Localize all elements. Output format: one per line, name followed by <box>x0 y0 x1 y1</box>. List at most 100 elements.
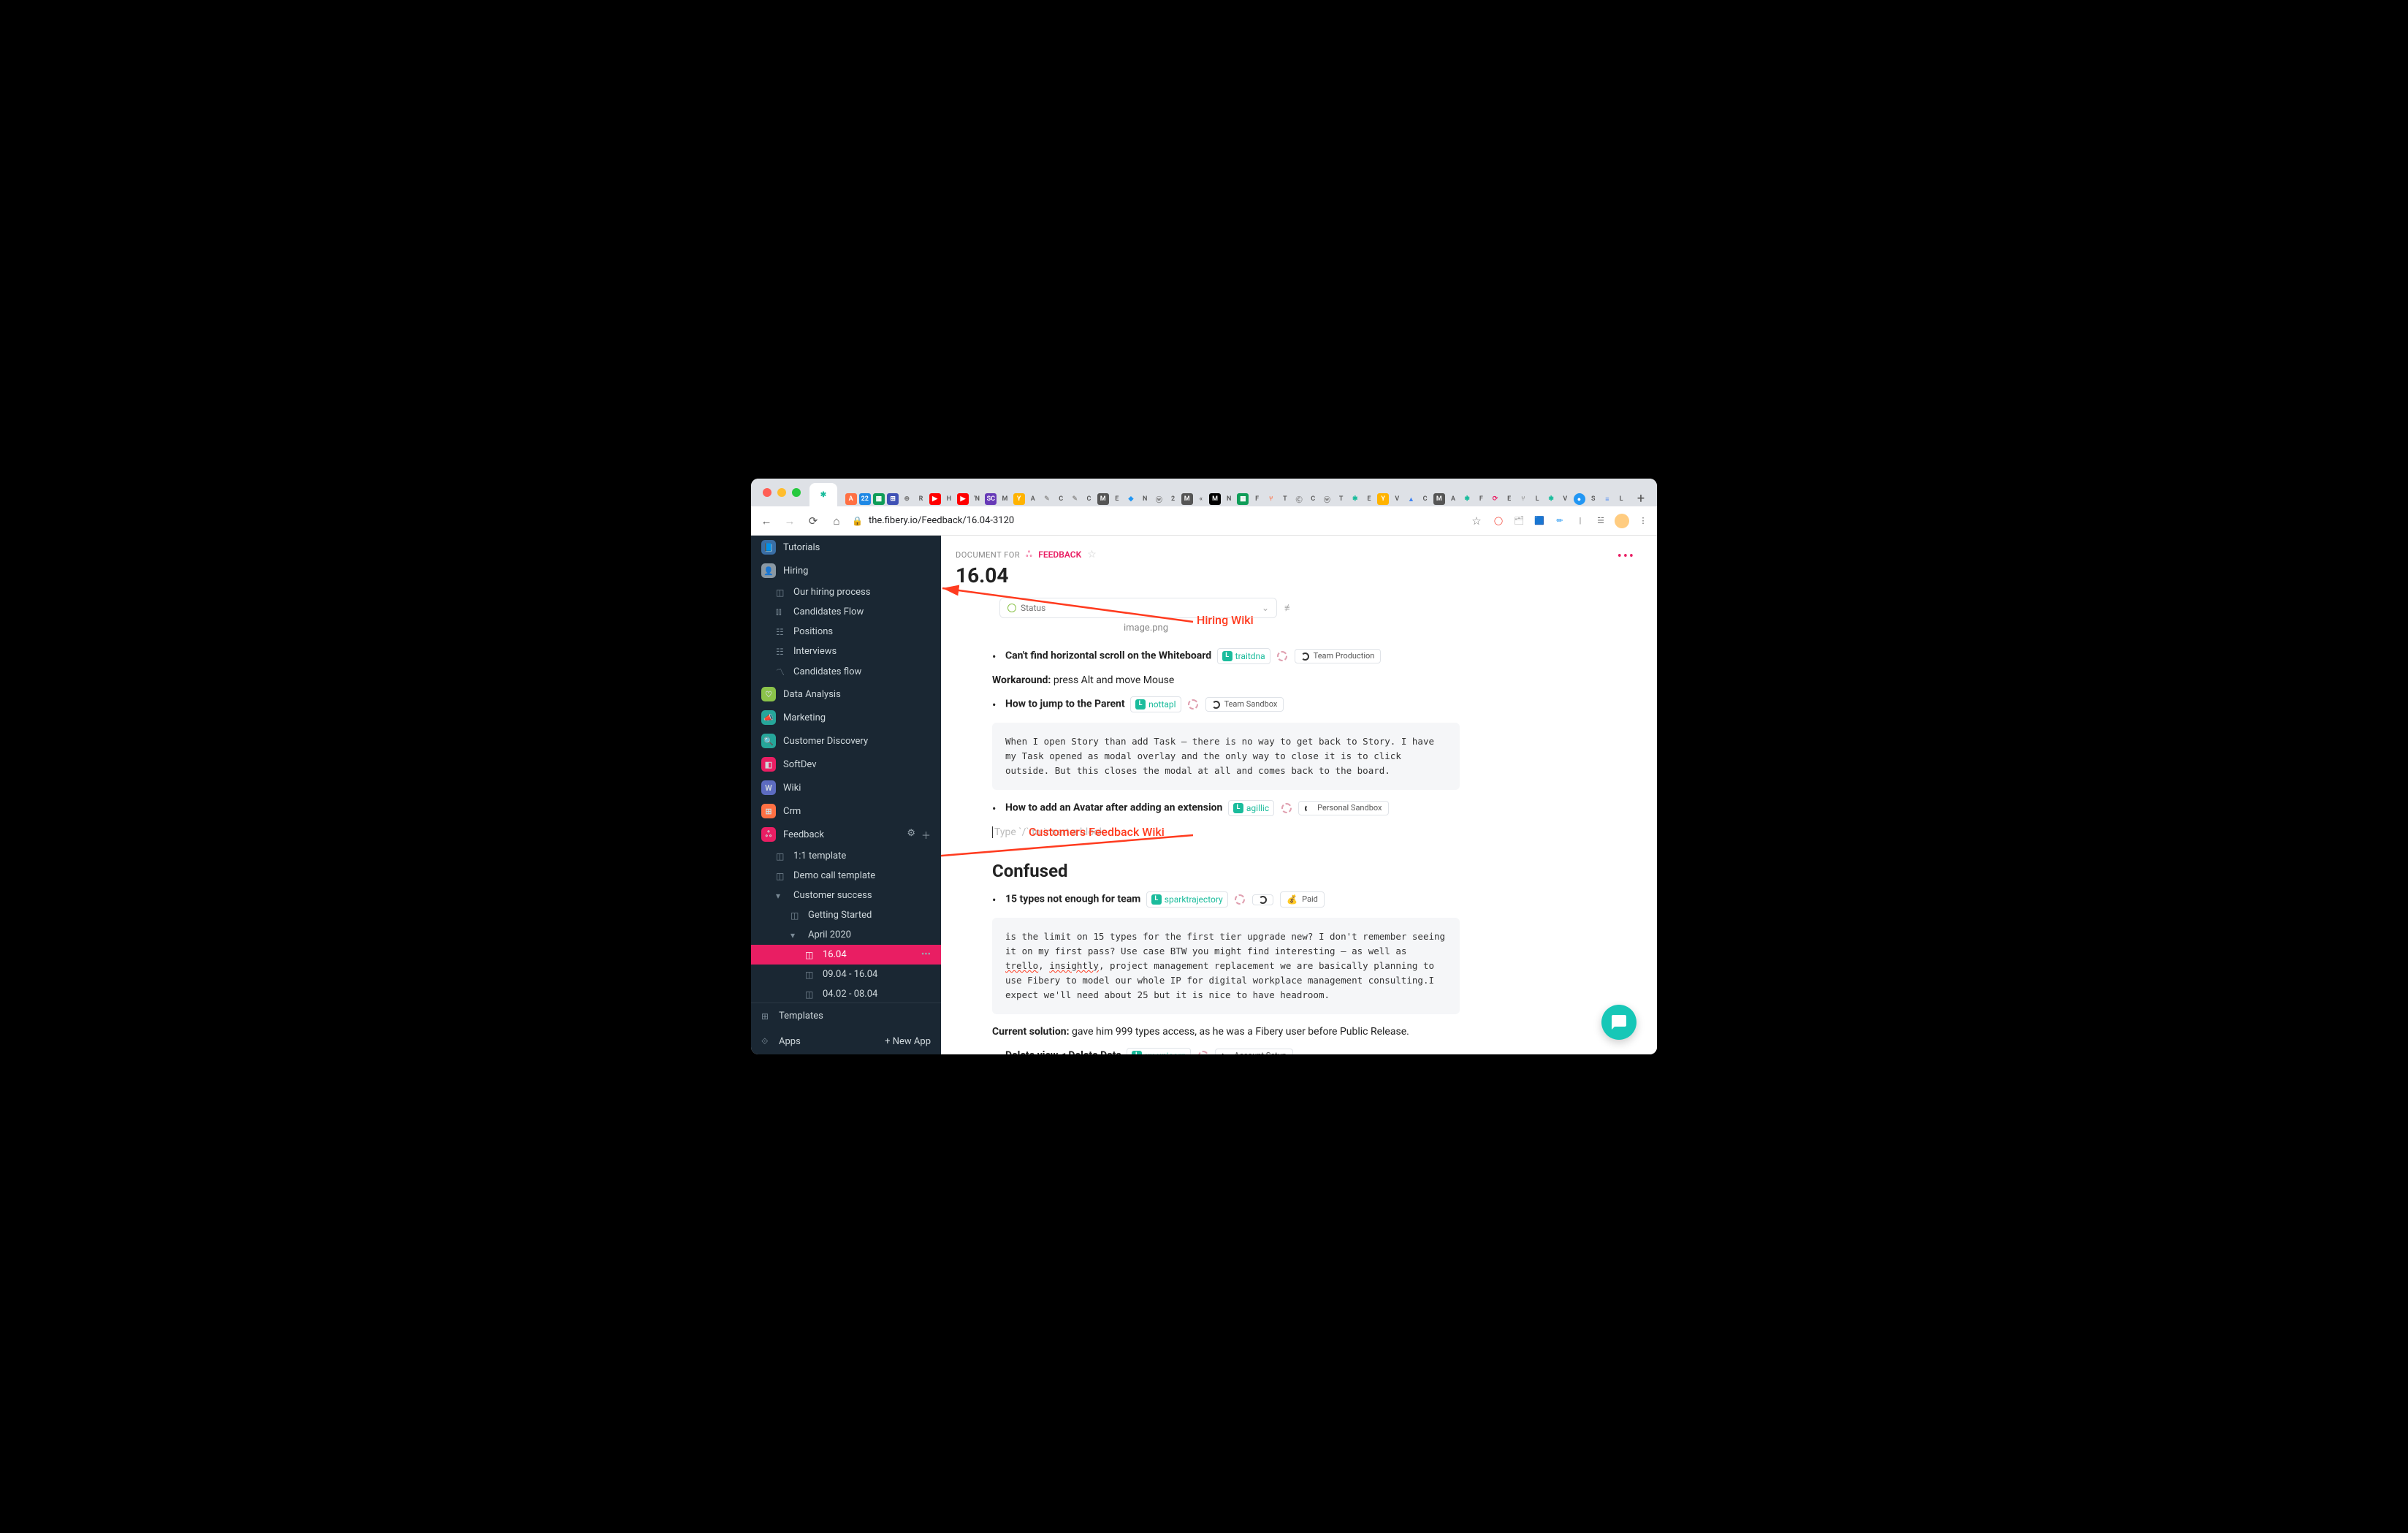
browser-tab[interactable]: ⑂ <box>1265 492 1277 506</box>
state-pill[interactable]: Account Setup <box>1215 1049 1293 1054</box>
state-pill[interactable]: Team Sandbox <box>1205 697 1284 712</box>
browser-tab[interactable]: ▦ <box>1237 492 1249 506</box>
state-pill[interactable]: Personal Sandbox <box>1298 801 1388 816</box>
ext-icon[interactable]: ☱ <box>1594 514 1607 528</box>
sidebar-item-demo-call-template[interactable]: ◫Demo call template <box>751 866 941 886</box>
browser-tab[interactable]: ≡ <box>1601 492 1613 506</box>
slash-command-hint[interactable]: Type `/` to insert a block <box>992 826 1460 838</box>
browser-tab[interactable]: Ⓒ <box>1293 492 1306 506</box>
browser-tab[interactable]: A <box>1026 492 1039 506</box>
new-app-button[interactable]: + New App <box>885 1036 931 1047</box>
sidebar-item-0904-1604[interactable]: ◫09.04 - 16.04 <box>751 965 941 984</box>
customer-pill[interactable]: Lagillic <box>1228 800 1274 816</box>
browser-tab[interactable]: ✎ <box>1040 492 1053 506</box>
browser-tab[interactable]: ⑂ <box>1517 492 1529 506</box>
browser-tab[interactable]: A <box>845 492 857 506</box>
sidebar-app-data-analysis[interactable]: ♡Data Analysis <box>751 682 941 706</box>
browser-tab[interactable]: ✱ <box>1461 492 1474 506</box>
state-pill[interactable]: Team Production <box>1295 649 1382 664</box>
close-window-button[interactable] <box>763 488 771 497</box>
browser-tab[interactable]: E <box>1110 492 1123 506</box>
breadcrumb-app[interactable]: FEEDBACK <box>1038 549 1081 560</box>
address-bar[interactable]: 🔒 the.fibery.io/Feedback/16.04-3120 <box>852 515 1461 526</box>
browser-tab[interactable]: N <box>1139 492 1151 506</box>
browser-tab[interactable]: Y <box>1377 492 1390 506</box>
sidebar-templates[interactable]: ⊞ Templates <box>751 1003 941 1029</box>
code-block[interactable]: is the limit on 15 types for the first t… <box>992 918 1460 1014</box>
more-icon[interactable]: ••• <box>921 949 931 960</box>
ext-icon[interactable]: 🟦 <box>1533 514 1546 528</box>
sidebar-item-our-hiring-process[interactable]: ◫Our hiring process <box>751 582 941 602</box>
browser-tab[interactable]: V <box>1391 492 1403 506</box>
sidebar-item-april-2020[interactable]: ▾April 2020 <box>751 925 941 945</box>
minimize-window-button[interactable] <box>777 488 786 497</box>
code-block[interactable]: When I open Story than add Task — there … <box>992 723 1460 790</box>
browser-tab[interactable]: M <box>1181 492 1193 506</box>
browser-tab[interactable]: SC <box>985 492 997 506</box>
sidebar-app-hiring[interactable]: 👤 Hiring <box>751 559 941 582</box>
sidebar-item-interviews[interactable]: ☷Interviews <box>751 642 941 661</box>
home-button[interactable]: ⌂ <box>828 514 845 528</box>
sidebar-item-candidates-flow[interactable]: ⫾⫾Candidates Flow <box>751 602 941 622</box>
forward-button[interactable]: → <box>782 514 798 528</box>
browser-tab[interactable]: E <box>1503 492 1515 506</box>
browser-tab[interactable]: M <box>999 492 1011 506</box>
browser-tab[interactable]: A <box>1447 492 1459 506</box>
browser-tab[interactable]: Y <box>1013 492 1025 506</box>
browser-tab[interactable]: M <box>1208 492 1221 506</box>
browser-tab[interactable]: ✱ <box>1349 492 1361 506</box>
document-more-button[interactable]: ••• <box>1618 549 1635 564</box>
browser-tab[interactable]: ◆ <box>1124 492 1137 506</box>
sidebar-item-1604[interactable]: ◫ 16.04 ••• <box>751 945 941 965</box>
back-button[interactable]: ← <box>758 514 774 528</box>
browser-tab[interactable]: S <box>1587 492 1599 506</box>
browser-tab[interactable]: « <box>1195 492 1207 506</box>
browser-tab[interactable]: ▦ <box>872 492 885 506</box>
customer-pill[interactable]: Lsparktrajectory <box>1146 891 1228 908</box>
sidebar-item-getting-started[interactable]: ◫Getting Started <box>751 905 941 925</box>
paid-pill[interactable]: Paid <box>1280 891 1325 908</box>
sidebar-app-wiki[interactable]: WWiki <box>751 776 941 799</box>
customer-pill[interactable]: Lux-unicorn <box>1127 1048 1191 1054</box>
sidebar-item-customer-success[interactable]: ▾Customer success <box>751 886 941 905</box>
browser-tab[interactable]: F <box>1475 492 1487 506</box>
browser-tab[interactable]: H <box>942 492 955 506</box>
browser-tab[interactable]: C <box>1055 492 1067 506</box>
browser-tab[interactable]: ⟳ <box>1489 492 1501 506</box>
sidebar-apps[interactable]: ⟐ Apps + New App <box>751 1029 941 1054</box>
sidebar-app-feedback[interactable]: ஃ Feedback ⚙＋ <box>751 823 941 846</box>
browser-menu-button[interactable]: ⋮ <box>1637 514 1650 528</box>
customer-pill[interactable]: Lnottapl <box>1130 696 1181 712</box>
browser-tab[interactable]: R <box>915 492 927 506</box>
sidebar-item-positions[interactable]: ☷Positions <box>751 622 941 642</box>
browser-tab-active[interactable]: ✱ <box>809 483 837 506</box>
add-icon[interactable]: ＋ <box>921 828 931 842</box>
zoom-window-button[interactable] <box>792 488 801 497</box>
document-title[interactable]: 16.04 <box>956 563 1628 587</box>
browser-tab[interactable]: ▶ <box>929 492 941 506</box>
browser-tab[interactable]: ⊕ <box>901 492 913 506</box>
browser-tab[interactable]: ⓦ <box>1321 492 1333 506</box>
browser-tab[interactable]: M <box>1097 492 1109 506</box>
browser-tab[interactable]: ✎ <box>1069 492 1081 506</box>
browser-tab[interactable]: F <box>1251 492 1263 506</box>
sidebar-app-customer-discovery[interactable]: 🔍Customer Discovery <box>751 729 941 753</box>
filter-icon[interactable]: ≢ <box>1284 602 1294 614</box>
customer-pill[interactable]: L traitdna <box>1217 648 1270 664</box>
sidebar-app-crm[interactable]: ⊞Crm <box>751 799 941 823</box>
browser-tab[interactable]: N <box>1223 492 1235 506</box>
browser-tab[interactable]: V <box>1559 492 1571 506</box>
sidebar-app-softdev[interactable]: ◧SoftDev <box>751 753 941 776</box>
browser-tab[interactable]: ● <box>1573 492 1585 506</box>
browser-tab[interactable]: T <box>1279 492 1291 506</box>
browser-tab[interactable]: M <box>1433 492 1445 506</box>
settings-icon[interactable]: ⚙ <box>907 828 915 842</box>
sidebar-item-0402-0804[interactable]: ◫04.02 - 08.04 <box>751 984 941 1003</box>
status-select[interactable]: Status ⌄ <box>999 598 1277 618</box>
browser-tab[interactable]: L <box>1615 492 1627 506</box>
ext-icon[interactable]: | <box>1574 514 1587 528</box>
ext-icon[interactable]: 🗂 <box>1512 514 1525 528</box>
browser-tab[interactable]: E <box>1363 492 1375 506</box>
browser-tab[interactable]: ✱ <box>1545 492 1558 506</box>
bookmark-star-button[interactable]: ☆ <box>1468 514 1485 528</box>
